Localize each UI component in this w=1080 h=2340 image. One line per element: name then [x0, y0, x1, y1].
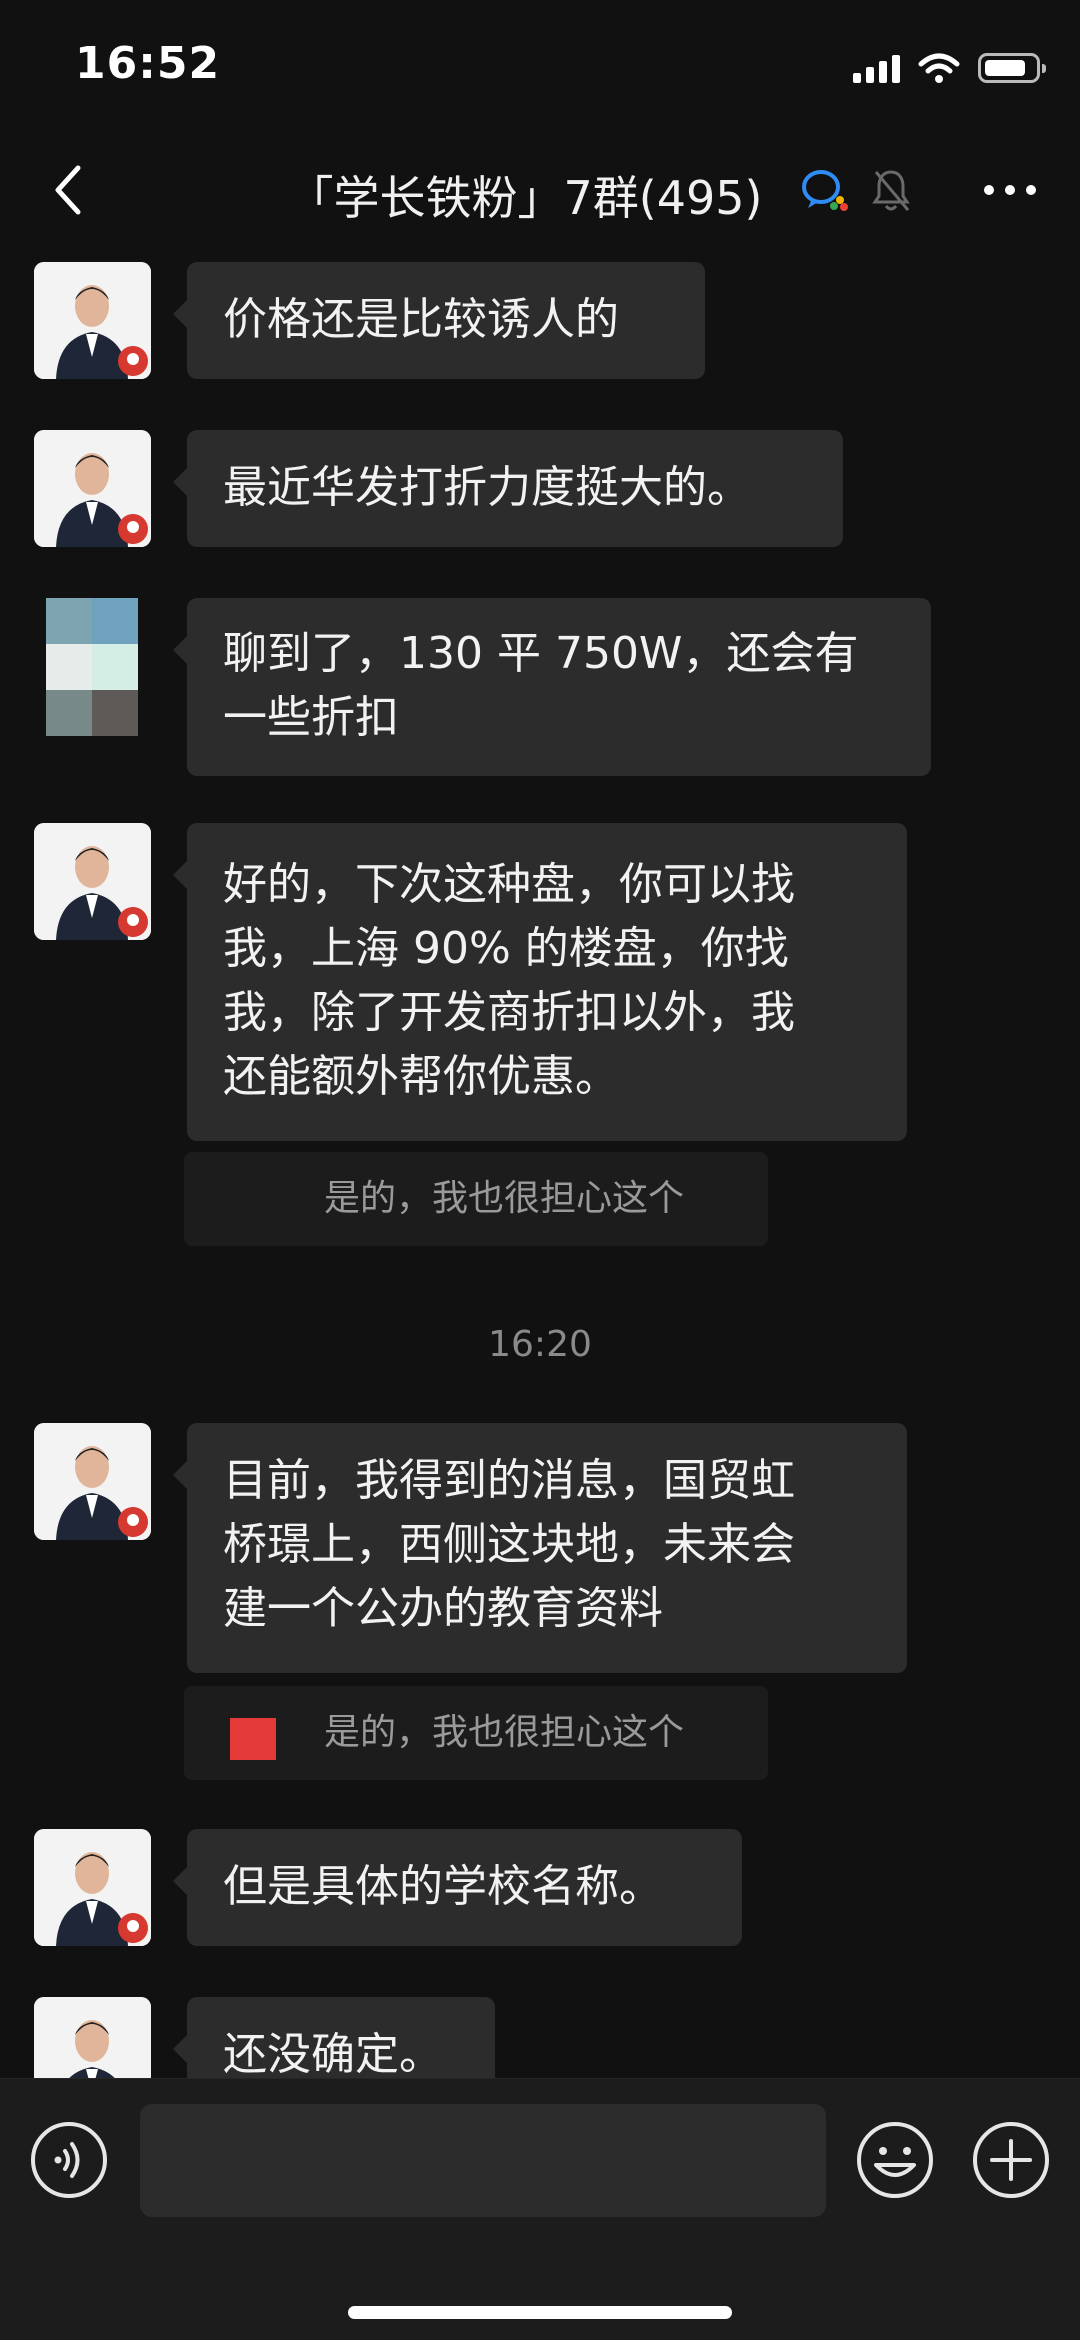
more-functions-button[interactable] [972, 2121, 1050, 2199]
message-text: 但是具体的学校名称。 [223, 1861, 663, 1912]
message-text-line: 还能额外帮你优惠。 [223, 1051, 619, 1102]
signal-icon [853, 53, 900, 83]
input-bar [0, 2078, 1080, 2340]
status-time: 16:52 [75, 38, 221, 89]
quote-text: 是的，我也很担心这个 [324, 1712, 685, 1753]
person-photo-icon [34, 1423, 151, 1540]
message-text: 还没确定。 [223, 2029, 443, 2078]
message-text-line: 目前，我得到的消息，国贸虹 [223, 1455, 795, 1506]
emoji-button[interactable] [856, 2121, 934, 2199]
message-bubble[interactable]: 还没确定。 [173, 1997, 495, 2078]
message-input[interactable] [140, 2104, 826, 2217]
more-options-button[interactable] [980, 170, 1040, 210]
status-icons [853, 48, 1046, 88]
message-bubble[interactable]: 价格还是比较诱人的 [173, 262, 705, 379]
person-photo-icon [34, 430, 151, 547]
header-status-icons [800, 166, 912, 214]
group-chat-icon [802, 170, 848, 211]
avatar[interactable] [34, 1423, 151, 1540]
time-divider: 16:20 [488, 1324, 592, 1365]
avatar[interactable] [34, 823, 151, 940]
red-sticker-icon [230, 1718, 276, 1760]
avatar[interactable] [34, 262, 151, 379]
wifi-icon [918, 53, 960, 83]
message-text-line: 桥璟上，西侧这块地，未来会 [223, 1519, 795, 1570]
quote-text: 是的，我也很担心这个 [324, 1178, 685, 1219]
message-text-line: 建一个公办的教育资料 [223, 1583, 663, 1634]
group-name: 「学长铁粉」7群(495) [287, 171, 763, 225]
home-indicator[interactable] [348, 2306, 732, 2319]
avatar[interactable] [34, 1997, 151, 2078]
person-photo-icon [34, 262, 151, 379]
message-text-line: 一些折扣 [223, 692, 399, 743]
person-photo-icon [34, 1997, 151, 2078]
battery-icon [978, 53, 1046, 83]
person-photo-icon [34, 823, 151, 940]
message-text-line: 我，上海 90% 的楼盘，你找 [223, 923, 789, 974]
avatar[interactable] [34, 1829, 151, 1946]
mute-bell-icon [872, 170, 910, 211]
chat-messages: 价格还是比较诱人的 最近华发打折力度挺大的。 聊到了，130 平 750W，还会… [0, 252, 1080, 2078]
message-bubble[interactable]: 目前，我得到的消息，国贸虹 桥璟上，西侧这块地，未来会 建一个公办的教育资料 [173, 1423, 907, 1673]
quoted-message[interactable]: 是的，我也很担心这个 [184, 1686, 768, 1780]
message-text-line: 聊到了，130 平 750W，还会有 [223, 628, 859, 679]
message-bubble[interactable]: 但是具体的学校名称。 [173, 1829, 742, 1946]
message-bubble[interactable]: 最近华发打折力度挺大的。 [173, 430, 843, 547]
message-text: 价格还是比较诱人的 [223, 294, 619, 345]
message-bubble[interactable]: 好的，下次这种盘，你可以找 我，上海 90% 的楼盘，你找 我，除了开发商折扣以… [173, 823, 907, 1141]
message-text-line: 好的，下次这种盘，你可以找 [223, 859, 795, 910]
status-bar: 16:52 [0, 0, 1080, 130]
quoted-message[interactable]: 是的，我也很担心这个 [184, 1152, 768, 1246]
avatar[interactable] [46, 598, 138, 736]
blurred-avatar-icon [46, 598, 138, 736]
person-photo-icon [34, 1829, 151, 1946]
voice-input-button[interactable] [30, 2121, 108, 2199]
message-text-line: 我，除了开发商折扣以外，我 [223, 987, 795, 1038]
chat-title: 「学长铁粉」7群(495) [0, 162, 1080, 228]
message-bubble[interactable]: 聊到了，130 平 750W，还会有 一些折扣 [173, 598, 931, 776]
message-text: 最近华发打折力度挺大的。 [223, 462, 751, 513]
chat-header: 「学长铁粉」7群(495) [0, 130, 1080, 253]
avatar[interactable] [34, 430, 151, 547]
